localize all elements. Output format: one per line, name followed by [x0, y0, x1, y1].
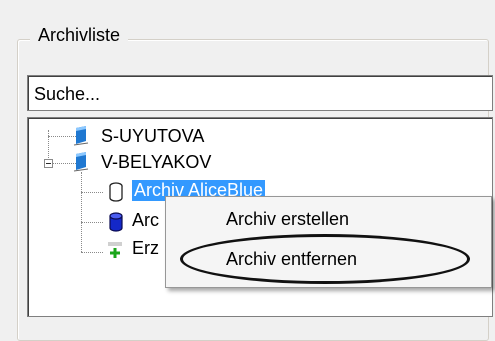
server-icon [72, 152, 90, 177]
add-archive-icon [106, 240, 124, 265]
tree-node-create-archive[interactable]: Erz [132, 238, 159, 259]
tree-connector [81, 222, 103, 223]
annotation-ellipse [180, 234, 470, 284]
tree-connector [81, 192, 103, 193]
collapse-toggle-icon[interactable] [44, 159, 53, 168]
menu-item-create-archive[interactable]: Archiv erstellen [226, 209, 349, 230]
tree-node-v-belyakov[interactable]: V-BELYAKOV [101, 152, 211, 173]
archive-empty-icon [108, 182, 124, 207]
tree-node-archive-2[interactable]: Arc [132, 210, 159, 231]
tree-connector [81, 172, 82, 252]
archive-filled-icon [108, 212, 124, 237]
tree-node-s-uyutova[interactable]: S-UYUTOVA [101, 126, 204, 147]
server-icon [72, 126, 90, 151]
groupbox-legend: Archivliste [30, 25, 129, 46]
tree-connector [48, 130, 49, 160]
tree-connector [81, 252, 103, 253]
search-input[interactable]: Suche... [27, 75, 493, 111]
